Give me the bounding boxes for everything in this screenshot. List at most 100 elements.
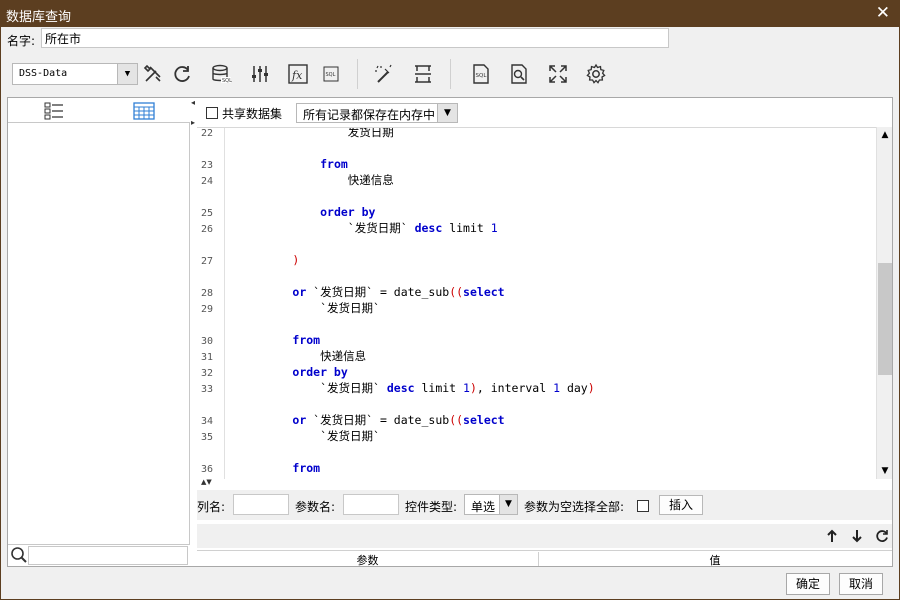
name-input[interactable] (41, 28, 669, 48)
line-number: 24 (201, 176, 214, 187)
code-line[interactable]: 25 order by (197, 204, 877, 220)
param-table: 参数 值 (197, 550, 892, 567)
memory-mode-select[interactable]: 所有记录都保存在内存中 ▼ (296, 103, 458, 123)
tools-icon[interactable] (140, 61, 166, 87)
expand-icon[interactable] (545, 61, 571, 87)
left-search (8, 544, 190, 566)
line-number: 22 (201, 128, 214, 139)
code-line[interactable]: 23 from (197, 156, 877, 172)
code-text: order by (320, 205, 376, 219)
table-header-param: 参数 (197, 552, 539, 567)
name-label: 名字: (7, 34, 36, 48)
line-number: 33 (201, 384, 214, 395)
share-dataset-checkbox[interactable] (206, 107, 218, 119)
window-title: 数据库查询 (6, 10, 72, 25)
code-text: or `发货日期` = date_sub((select (292, 285, 505, 299)
refresh-icon[interactable] (873, 527, 891, 545)
code-text: from (292, 333, 321, 347)
code-line[interactable]: 33 `发货日期` desc limit 1), interval 1 day) (197, 380, 877, 396)
code-text: 快递信息 (237, 349, 367, 363)
svg-text:SQL: SQL (326, 72, 336, 78)
insert-button[interactable]: 插入 (659, 495, 703, 515)
code-line[interactable]: 22 发货日期 (197, 127, 877, 140)
code-line[interactable]: 31 快递信息 (197, 348, 877, 364)
search-input[interactable] (28, 546, 188, 565)
code-text: `发货日期` (237, 429, 380, 443)
chevron-down-icon: ▼ (437, 104, 457, 122)
table-header-value: 值 (709, 554, 721, 567)
param-name-input[interactable] (343, 494, 399, 515)
left-panel (8, 98, 190, 566)
memory-mode-value: 所有记录都保存在内存中 (303, 108, 436, 122)
code-text: 发货日期 (237, 127, 394, 139)
column-name-label: 列名: (197, 500, 226, 514)
function-icon[interactable]: fx (285, 61, 311, 87)
chevron-down-icon: ▼ (499, 495, 517, 514)
settings-icon[interactable] (583, 61, 609, 87)
control-type-value: 单选 (471, 500, 496, 514)
empty-select-all-checkbox[interactable] (637, 500, 649, 512)
code-line[interactable]: 29 `发货日期` (197, 300, 877, 316)
datasource-select[interactable]: DSS-Data ▼ (12, 63, 138, 85)
tab-grid-view[interactable] (132, 100, 156, 122)
arrow-up-icon[interactable] (823, 527, 841, 545)
sliders-icon[interactable] (247, 61, 273, 87)
code-line[interactable]: 35 `发货日期` (197, 428, 877, 444)
code-line[interactable]: 28 or `发货日期` = date_sub((select (197, 284, 877, 300)
title-bar: 数据库查询 ✕ (0, 0, 900, 27)
svg-text:SQL: SQL (222, 78, 232, 84)
code-text: `发货日期` desc limit 1), interval 1 day) (237, 381, 595, 395)
arrow-down-icon[interactable] (848, 527, 866, 545)
code-line[interactable]: 27 ) (197, 252, 877, 268)
toolbar: DSS-Data ▼ SQL fx SQL SQL (1, 55, 899, 93)
preview-icon[interactable] (506, 61, 532, 87)
main-panel: ◂ ▸ 共享数据集 所有记录都保存在内存中 ▼ 22 发货日期 23 from 24 … (7, 97, 893, 567)
scroll-up-icon[interactable]: ▲ (877, 127, 893, 143)
param-row: 列名: 参数名: 控件类型: 单选 ▼ 参数为空选择全部: 插入 (197, 490, 892, 520)
toolbar-separator (357, 59, 358, 89)
code-text: from (320, 157, 348, 171)
row-height-icon[interactable] (410, 61, 436, 87)
scroll-thumb[interactable] (878, 263, 892, 375)
control-type-select[interactable]: 单选 ▼ (464, 494, 518, 515)
query-area: 共享数据集 所有记录都保存在内存中 ▼ 22 发货日期 23 from 24 快递信… (197, 98, 892, 567)
column-name-input[interactable] (233, 494, 289, 515)
svg-text:fx: fx (291, 69, 303, 82)
empty-select-all-label: 参数为空选择全部: (524, 500, 625, 514)
code-text: or `发货日期` = date_sub((select (292, 413, 505, 427)
editor-resize-handle[interactable]: ▲▼ (197, 478, 227, 488)
code-text: `发货日期` (237, 301, 380, 315)
refresh-icon[interactable] (169, 61, 195, 87)
chevron-down-icon: ▼ (117, 64, 137, 84)
code-line[interactable]: 34 or `发货日期` = date_sub((select (197, 412, 877, 428)
options-row: 共享数据集 所有记录都保存在内存中 ▼ (197, 98, 892, 126)
editor-scrollbar[interactable]: ▲ ▼ (876, 127, 892, 479)
param-move-row (197, 524, 892, 548)
code-line[interactable]: 26 `发货日期` desc limit 1 (197, 220, 877, 236)
svg-text:SQL: SQL (476, 73, 488, 79)
dialog-body: 名字: DSS-Data ▼ SQL fx SQL (0, 27, 900, 600)
scroll-down-icon[interactable]: ▼ (877, 463, 893, 479)
sql-text-icon[interactable]: SQL (318, 61, 344, 87)
code-line[interactable]: 24 快递信息 (197, 172, 877, 188)
code-text: `发货日期` desc limit 1 (237, 221, 498, 235)
code-line[interactable]: 32 order by (197, 364, 877, 380)
sql-editor[interactable]: 22 发货日期 23 from 24 快递信息 25 order by 26 `发货日期… (197, 127, 891, 479)
sql-file-icon[interactable]: SQL (468, 61, 494, 87)
code-text: ) (292, 253, 300, 267)
line-number: 27 (201, 256, 214, 267)
left-tabs (8, 98, 190, 123)
line-number: 29 (201, 304, 214, 315)
code-text: from (292, 461, 321, 475)
grid-view-icon (133, 102, 155, 120)
code-line[interactable]: 30 from (197, 332, 877, 348)
database-sql-icon[interactable]: SQL (208, 61, 234, 87)
cancel-button[interactable]: 取消 (839, 573, 883, 595)
dialog-footer: 确定 取消 (1, 569, 899, 599)
code-line[interactable]: 36 from (197, 460, 877, 476)
magic-wand-icon[interactable] (371, 61, 397, 87)
tab-list-view[interactable] (42, 100, 66, 122)
ok-button[interactable]: 确定 (786, 573, 830, 595)
search-icon (11, 547, 27, 563)
close-icon[interactable]: ✕ (876, 3, 890, 23)
